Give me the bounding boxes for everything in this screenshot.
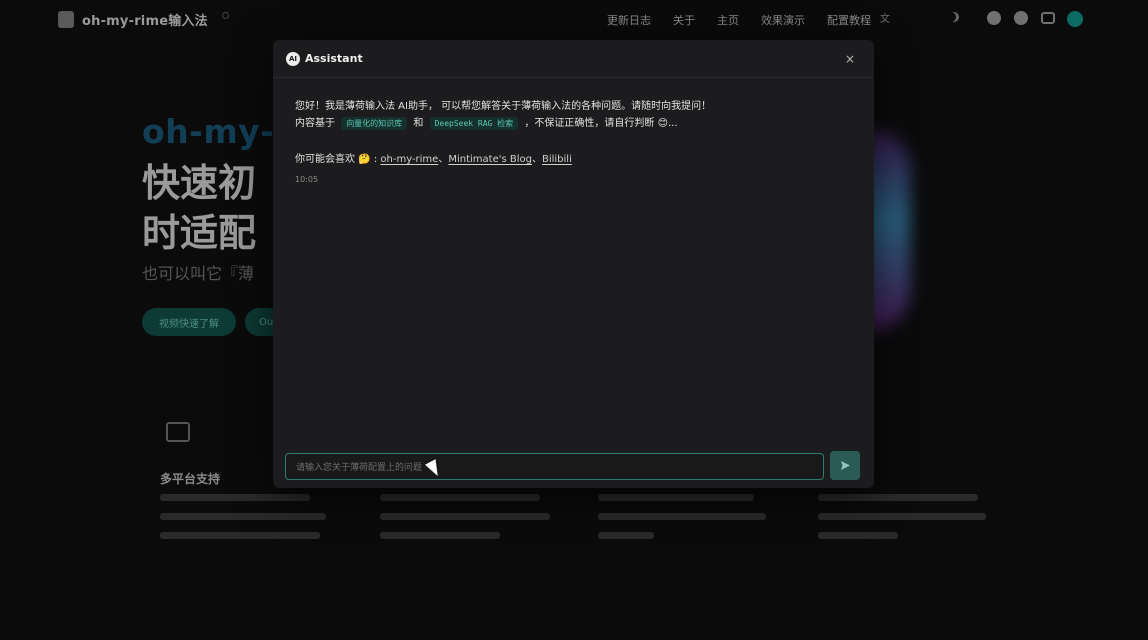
basis-text: 内容基于 向量化的知识库 和 DeepSeek RAG 检索 ，不保证正确性，请…: [295, 117, 678, 130]
logo-icon: [58, 11, 74, 28]
navbar: oh-my-rime输入法 更新日志 关于 主页 效果演示 配置教程 文: [0, 0, 1148, 38]
intro-text: 您好！我是薄荷输入法 AI助手， 可以帮您解答关于薄荷输入法的各种问题。请随时向…: [295, 101, 712, 112]
feature-desc-2: [380, 494, 560, 551]
close-button[interactable]: ×: [842, 51, 858, 67]
translate-icon[interactable]: 文: [878, 10, 892, 25]
thinking-icon: 🤔: [358, 154, 371, 165]
send-button[interactable]: [830, 451, 860, 480]
feature-desc-3: [598, 494, 778, 551]
nav-link-changelog[interactable]: 更新日志: [607, 12, 651, 28]
link-blog[interactable]: Mintimate's Blog: [448, 154, 532, 165]
hero-headline-line1: 快速初: [142, 161, 257, 205]
assistant-dialog: AI Assistant × 您好！我是薄荷输入法 AI助手， 可以帮您解答关于…: [273, 40, 874, 488]
wechat-icon[interactable]: [1014, 11, 1028, 25]
hero-brand-text: oh-my-: [142, 112, 275, 151]
rag-chip: DeepSeek RAG 检索: [429, 117, 519, 130]
assistant-launcher-icon[interactable]: [1067, 11, 1083, 27]
hero-tagline: 也可以叫它『薄: [142, 264, 255, 283]
dialog-title: Assistant: [305, 52, 363, 65]
knowledge-base-chip: 向量化的知识库: [341, 117, 408, 130]
nav-link-about[interactable]: 关于: [673, 12, 695, 28]
brand[interactable]: oh-my-rime输入法: [58, 10, 208, 29]
question-input[interactable]: [296, 461, 823, 472]
dialog-header: AI Assistant ×: [273, 40, 874, 78]
feature-desc-4: [818, 494, 998, 551]
nav-links: 更新日志 关于 主页 效果演示 配置教程: [607, 12, 893, 28]
link-bilibili[interactable]: Bilibili: [542, 154, 572, 165]
theme-toggle-icon[interactable]: [949, 12, 959, 22]
ai-icon: AI: [286, 52, 300, 66]
hero-headline-line2: 时适配: [142, 211, 257, 255]
recommendations: 你可能会喜欢 🤔 : oh-my-rime、Mintimate's Blog、B…: [295, 154, 572, 165]
search-icon: [222, 12, 229, 19]
video-intro-button[interactable]: 视频快速了解: [142, 308, 236, 336]
feature-title: 多平台支持: [160, 472, 221, 486]
nav-link-home[interactable]: 主页: [717, 12, 739, 28]
github-icon[interactable]: [987, 11, 1001, 25]
send-icon: [840, 461, 850, 470]
nav-link-tutorial[interactable]: 配置教程: [827, 12, 871, 28]
nav-link-demo[interactable]: 效果演示: [761, 12, 805, 28]
question-input-wrapper[interactable]: [285, 453, 824, 480]
link-oh-my-rime[interactable]: oh-my-rime: [380, 154, 438, 165]
bilibili-icon[interactable]: [1041, 12, 1055, 24]
brand-name: oh-my-rime输入法: [82, 14, 208, 29]
feature-desc-1: [160, 494, 340, 551]
search-box[interactable]: [222, 12, 229, 19]
message-timestamp: 10:05: [295, 175, 319, 184]
smile-icon: 😊...: [657, 118, 678, 129]
assistant-message: 您好！我是薄荷输入法 AI助手， 可以帮您解答关于薄荷输入法的各种问题。请随时向…: [295, 98, 855, 132]
monitor-icon: [166, 422, 190, 442]
